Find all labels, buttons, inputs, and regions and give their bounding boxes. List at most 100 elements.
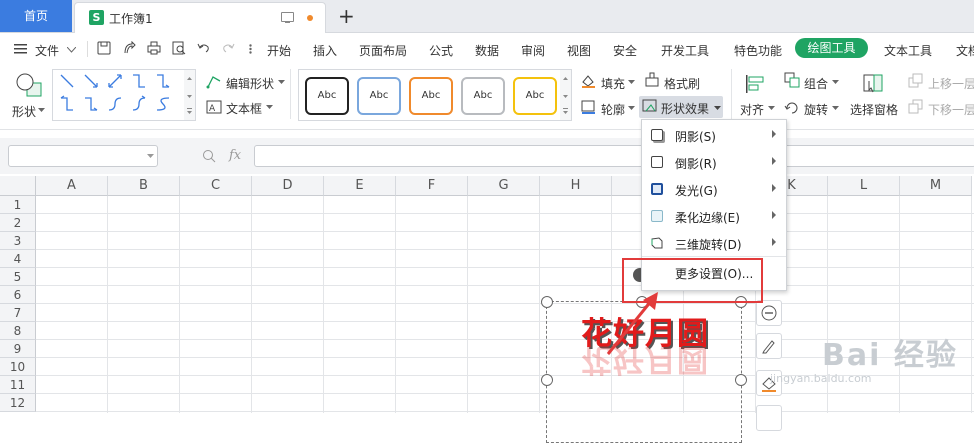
align-button[interactable]: 对齐	[740, 101, 764, 118]
menu-item-glow[interactable]: 发光(G)	[642, 176, 786, 203]
column-header[interactable]: D	[252, 176, 324, 196]
shape-effects-button[interactable]: 形状效果	[639, 96, 723, 118]
chevron-down-icon[interactable]	[266, 105, 273, 109]
column-header[interactable]: F	[396, 176, 468, 196]
row-header[interactable]: 5	[0, 268, 36, 286]
tab-home[interactable]: 首页	[0, 0, 72, 32]
menu-file[interactable]: 文件	[35, 42, 59, 59]
monitor-icon[interactable]	[281, 12, 294, 23]
resize-handle-right[interactable]	[735, 374, 747, 386]
column-header[interactable]: B	[108, 176, 180, 196]
rotate-icon[interactable]	[784, 99, 800, 115]
menu-document[interactable]: 文档	[956, 42, 974, 59]
edit-shape-icon[interactable]	[206, 75, 222, 89]
undo-icon[interactable]	[197, 41, 211, 55]
menu-view[interactable]: 视图	[567, 42, 591, 59]
menu-insert[interactable]: 插入	[313, 42, 337, 59]
chevron-down-icon[interactable]	[628, 80, 635, 84]
column-header[interactable]: M	[900, 176, 972, 196]
style-gallery-scrollbar[interactable]	[560, 69, 572, 121]
menu-start[interactable]: 开始	[267, 42, 291, 59]
send-backward-icon[interactable]	[908, 99, 924, 115]
save-icon[interactable]	[97, 41, 111, 55]
chevron-down-icon[interactable]	[147, 154, 154, 158]
style-preset-yellow[interactable]: Abc	[513, 77, 557, 115]
fill-button[interactable]: 填充	[601, 75, 625, 92]
shape-minus-tool[interactable]	[756, 300, 782, 326]
text-box-button[interactable]: 文本框	[226, 100, 262, 117]
menu-item-reflection[interactable]: 倒影(R)	[642, 149, 786, 176]
shape-pen-tool[interactable]	[756, 333, 782, 359]
row-header[interactable]: 12	[0, 394, 36, 412]
connector-lines-icon[interactable]	[53, 70, 185, 120]
menu-item-shadow[interactable]: 阴影(S)	[642, 122, 786, 149]
menu-text-tools[interactable]: 文本工具	[884, 42, 932, 59]
style-preset-blue[interactable]: Abc	[357, 77, 401, 115]
format-painter-button[interactable]: 格式刷	[664, 75, 700, 92]
column-header[interactable]: H	[540, 176, 612, 196]
chevron-down-icon[interactable]	[38, 108, 45, 112]
menu-formula[interactable]: 公式	[429, 42, 453, 59]
menu-drawing-tools[interactable]: 绘图工具	[795, 38, 868, 58]
menu-security[interactable]: 安全	[613, 42, 637, 59]
row-header[interactable]: 10	[0, 358, 36, 376]
print-preview-icon[interactable]	[172, 41, 186, 55]
send-backward-button[interactable]: 下移一层	[928, 101, 974, 118]
hamburger-icon[interactable]	[14, 44, 27, 54]
outline-button[interactable]: 轮廓	[601, 101, 625, 118]
bring-forward-button[interactable]: 上移一层	[928, 75, 974, 92]
selection-pane-button[interactable]: 选择窗格	[850, 101, 898, 118]
shape-button[interactable]: 形状	[12, 103, 36, 120]
row-header[interactable]: 11	[0, 376, 36, 394]
group-icon[interactable]	[784, 72, 800, 88]
shape-icon[interactable]	[15, 72, 43, 98]
gallery-scrollbar[interactable]	[184, 69, 196, 121]
more-quick-tools-icon[interactable]	[249, 44, 252, 54]
chevron-down-icon[interactable]	[832, 80, 839, 84]
fx-icon[interactable]: fx	[229, 148, 241, 163]
connector-gallery[interactable]	[52, 69, 186, 121]
chevron-down-icon[interactable]	[768, 106, 775, 110]
formula-input[interactable]	[254, 145, 974, 167]
name-box[interactable]	[8, 145, 158, 167]
zoom-formula-icon[interactable]	[202, 149, 216, 163]
column-header[interactable]: C	[180, 176, 252, 196]
export-pdf-icon[interactable]	[122, 41, 136, 55]
column-header[interactable]: A	[36, 176, 108, 196]
new-tab-button[interactable]: +	[338, 4, 355, 28]
menu-special-features[interactable]: 特色功能	[734, 42, 782, 59]
chevron-down-icon[interactable]	[832, 106, 839, 110]
select-all-corner[interactable]	[0, 176, 36, 196]
menu-page-layout[interactable]: 页面布局	[359, 42, 407, 59]
align-icon[interactable]	[744, 73, 766, 95]
chevron-down-icon[interactable]	[628, 106, 635, 110]
row-header[interactable]: 7	[0, 304, 36, 322]
text-box-icon[interactable]: A	[206, 100, 222, 114]
row-header[interactable]: 9	[0, 340, 36, 358]
row-header[interactable]: 4	[0, 250, 36, 268]
row-header[interactable]: 6	[0, 286, 36, 304]
outline-icon[interactable]	[580, 99, 596, 115]
rotate-button[interactable]: 旋转	[804, 101, 828, 118]
menu-developer[interactable]: 开发工具	[661, 42, 709, 59]
resize-handle-top-left[interactable]	[541, 296, 553, 308]
edit-shape-button[interactable]: 编辑形状	[226, 75, 274, 92]
shape-more-tool[interactable]	[756, 405, 782, 431]
menu-review[interactable]: 审阅	[521, 42, 545, 59]
row-header[interactable]: 3	[0, 232, 36, 250]
column-header[interactable]: E	[324, 176, 396, 196]
print-icon[interactable]	[147, 41, 161, 55]
format-painter-icon[interactable]	[644, 72, 660, 88]
style-preset-black[interactable]: Abc	[305, 77, 349, 115]
menu-data[interactable]: 数据	[475, 42, 499, 59]
fill-icon[interactable]	[580, 73, 596, 89]
column-header[interactable]: L	[828, 176, 900, 196]
chevron-down-icon[interactable]	[67, 47, 76, 53]
column-header[interactable]: G	[468, 176, 540, 196]
chevron-down-icon[interactable]	[278, 80, 285, 84]
menu-item-soft-edges[interactable]: 柔化边缘(E)	[642, 203, 786, 230]
shape-style-gallery[interactable]: Abc Abc Abc Abc Abc	[298, 69, 562, 121]
bring-forward-icon[interactable]	[908, 73, 924, 89]
style-preset-gray[interactable]: Abc	[461, 77, 505, 115]
menu-item-3d-rotation[interactable]: 三维旋转(D)	[642, 230, 786, 257]
